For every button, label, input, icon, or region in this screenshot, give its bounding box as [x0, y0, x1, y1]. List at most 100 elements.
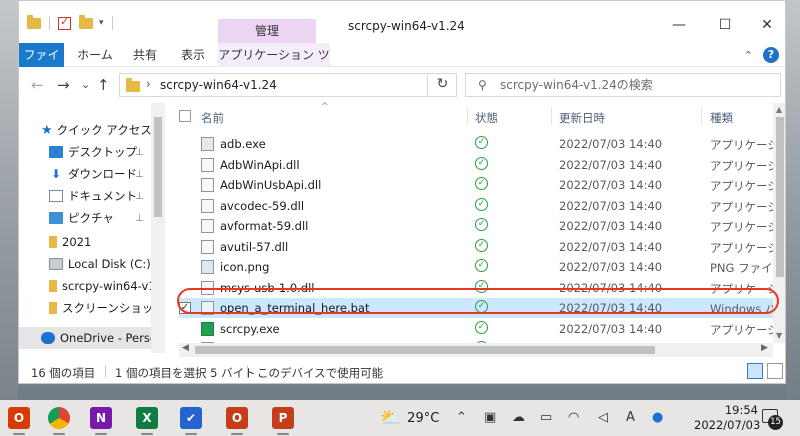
- clock-time: 19:54: [724, 403, 758, 417]
- sync-status-ok-icon: ✓: [475, 136, 488, 149]
- folder-icon: [49, 280, 57, 292]
- nav-item-onedrive[interactable]: OneDrive - Person: [19, 327, 151, 349]
- search-box[interactable]: ⚲: [465, 73, 781, 97]
- column-separator[interactable]: [701, 107, 702, 125]
- file-modified: 2022/07/03 14:40: [559, 137, 663, 151]
- address-bar[interactable]: › scrcpy-win64-v1.24: [119, 73, 457, 97]
- file-row[interactable]: icon.png ✓ 2022/07/03 14:40 PNG ファイル: [179, 257, 773, 277]
- context-tab-manage[interactable]: 管理: [218, 19, 316, 43]
- tab-file[interactable]: ファイル: [19, 43, 64, 86]
- breadcrumb-chevron-icon[interactable]: ›: [146, 77, 151, 91]
- nav-item-local-disk[interactable]: Local Disk (C:): [19, 253, 151, 275]
- help-icon[interactable]: ?: [763, 47, 779, 63]
- row-checkbox[interactable]: ✓: [179, 302, 191, 314]
- nav-scrollbar-thumb[interactable]: [154, 117, 162, 217]
- file-row[interactable]: adb.exe ✓ 2022/07/03 14:40 アプリケーション: [179, 134, 773, 154]
- properties-icon[interactable]: [58, 15, 71, 30]
- scroll-up-icon[interactable]: ▲: [776, 105, 782, 114]
- system-clock[interactable]: 19:54 2022/07/03: [694, 403, 760, 433]
- close-button[interactable]: ✕: [747, 17, 785, 33]
- tab-home[interactable]: ホーム: [71, 43, 119, 67]
- file-row[interactable]: ✓ open_a_terminal_here.bat ✓ 2022/07/03 14:…: [179, 298, 773, 318]
- nav-item-scrcpy-folder[interactable]: scrcpy-win64-v1: [19, 275, 151, 297]
- nav-scrollbar[interactable]: [151, 103, 165, 353]
- show-hidden-icons-chevron-icon[interactable]: ⌃: [456, 410, 467, 425]
- tab-share[interactable]: 共有: [123, 43, 167, 67]
- tab-view[interactable]: 表示: [171, 43, 215, 67]
- breadcrumb-current-folder[interactable]: scrcpy-win64-v1.24: [160, 78, 277, 92]
- nav-label: Local Disk (C:): [68, 257, 151, 271]
- file-row[interactable]: scrcpy.exe ✓ 2022/07/03 14:40 アプリケーション: [179, 319, 773, 339]
- up-button[interactable]: ↑: [97, 76, 110, 94]
- tab-application-tools[interactable]: アプリケーション ツール: [218, 43, 330, 86]
- recent-locations-chevron-icon[interactable]: ⌄: [81, 78, 90, 91]
- input-method-icon[interactable]: A: [626, 410, 635, 425]
- expand-ribbon-chevron-icon[interactable]: ⌃: [744, 49, 753, 62]
- customize-qa-chevron-icon[interactable]: ▾: [99, 18, 104, 28]
- file-list-horizontal-scrollbar[interactable]: ◀ ▶: [179, 343, 773, 357]
- scroll-down-icon[interactable]: ▼: [776, 331, 782, 340]
- file-row[interactable]: msys-usb-1.0.dll ✓ 2022/07/03 14:40 アプリケーショ…: [179, 278, 773, 298]
- large-icons-view-icon[interactable]: [767, 363, 783, 379]
- file-row[interactable]: avformat-59.dll ✓ 2022/07/03 14:40 アプリケーション…: [179, 216, 773, 236]
- wifi-icon[interactable]: ◠: [568, 410, 579, 425]
- details-view-icon[interactable]: [747, 363, 763, 379]
- minimize-button[interactable]: —: [659, 17, 699, 33]
- column-header-name[interactable]: 名前: [201, 110, 224, 126]
- onedrive-tray-icon[interactable]: ☁: [512, 410, 525, 425]
- new-folder-icon[interactable]: [79, 14, 93, 29]
- pin-icon[interactable]: ⊥: [135, 191, 144, 202]
- taskbar-app-todo-icon[interactable]: ✔: [180, 407, 202, 435]
- nav-item-documents[interactable]: ドキュメント ⊥: [19, 185, 151, 207]
- sync-status-ok-icon: ✓: [475, 238, 488, 252]
- file-row[interactable]: AdbWinUsbApi.dll ✓ 2022/07/03 14:40 アプリケーショ…: [179, 175, 773, 195]
- drive-icon: [49, 258, 63, 270]
- file-row[interactable]: avutil-57.dll ✓ 2022/07/03 14:40 アプリケーション拡張: [179, 237, 773, 257]
- file-row[interactable]: AdbWinApi.dll ✓ 2022/07/03 14:40 アプリケーション拡張: [179, 155, 773, 175]
- folder-icon[interactable]: [27, 14, 41, 29]
- nav-label: OneDrive - Person: [60, 331, 151, 345]
- taskbar-app-office-icon[interactable]: O: [8, 407, 30, 435]
- taskbar-app-onenote-icon[interactable]: N: [90, 407, 112, 435]
- nav-item-desktop[interactable]: デスクトップ ⊥: [19, 141, 151, 163]
- volume-muted-icon[interactable]: ◁: [598, 410, 608, 425]
- weather-widget[interactable]: ⛅ 29°C: [380, 408, 439, 428]
- nav-item-screenshots[interactable]: スクリーンショット: [19, 297, 151, 319]
- forward-button[interactable]: →: [57, 76, 70, 94]
- file-row[interactable]: avcodec-59.dll ✓ 2022/07/03 14:40 アプリケーション拡…: [179, 196, 773, 216]
- taskbar-app-chrome-icon[interactable]: [48, 407, 70, 435]
- chrome-remote-icon[interactable]: ●: [652, 410, 663, 425]
- search-input[interactable]: [500, 77, 770, 93]
- pin-icon[interactable]: ⊥: [135, 169, 144, 180]
- horizontal-scrollbar-thumb[interactable]: [195, 346, 655, 354]
- vertical-scrollbar-thumb[interactable]: [776, 117, 784, 277]
- meet-now-icon[interactable]: ▣: [484, 410, 496, 425]
- star-icon: ★: [41, 122, 53, 138]
- pin-icon[interactable]: ⊥: [135, 147, 144, 158]
- column-header-modified[interactable]: 更新日時: [559, 110, 605, 126]
- taskbar-app-excel-icon[interactable]: X: [136, 407, 158, 435]
- select-all-checkbox[interactable]: [179, 110, 191, 122]
- maximize-button[interactable]: ☐: [705, 17, 745, 33]
- notification-center[interactable]: 15: [762, 407, 784, 430]
- display-icon[interactable]: ▭: [540, 410, 552, 425]
- column-separator[interactable]: [551, 107, 552, 125]
- column-header-status[interactable]: 状態: [475, 110, 498, 126]
- scroll-right-icon[interactable]: ▶: [761, 343, 768, 353]
- taskbar-app-office2-icon[interactable]: O: [226, 407, 248, 435]
- back-button[interactable]: ←: [31, 76, 44, 94]
- column-separator[interactable]: [467, 107, 468, 125]
- nav-item-downloads[interactable]: ⬇ ダウンロード ⊥: [19, 163, 151, 185]
- file-list-vertical-scrollbar[interactable]: ▲ ▼: [773, 103, 785, 343]
- status-availability: このデバイスで使用可能: [257, 366, 384, 380]
- column-header-type[interactable]: 種類: [710, 110, 733, 126]
- nav-item-pictures[interactable]: ピクチャ ⊥: [19, 207, 151, 229]
- pin-icon[interactable]: ⊥: [135, 213, 144, 224]
- taskbar-app-powerpoint-icon[interactable]: P: [272, 407, 294, 435]
- refresh-button[interactable]: ↻: [427, 73, 457, 97]
- scroll-left-icon[interactable]: ◀: [182, 343, 189, 353]
- nav-quick-access[interactable]: ★ クイック アクセス: [19, 119, 151, 141]
- desktop-wallpaper-right: [786, 0, 800, 400]
- nav-item-2021[interactable]: 2021: [19, 231, 151, 253]
- nav-label: ドキュメント: [68, 189, 137, 203]
